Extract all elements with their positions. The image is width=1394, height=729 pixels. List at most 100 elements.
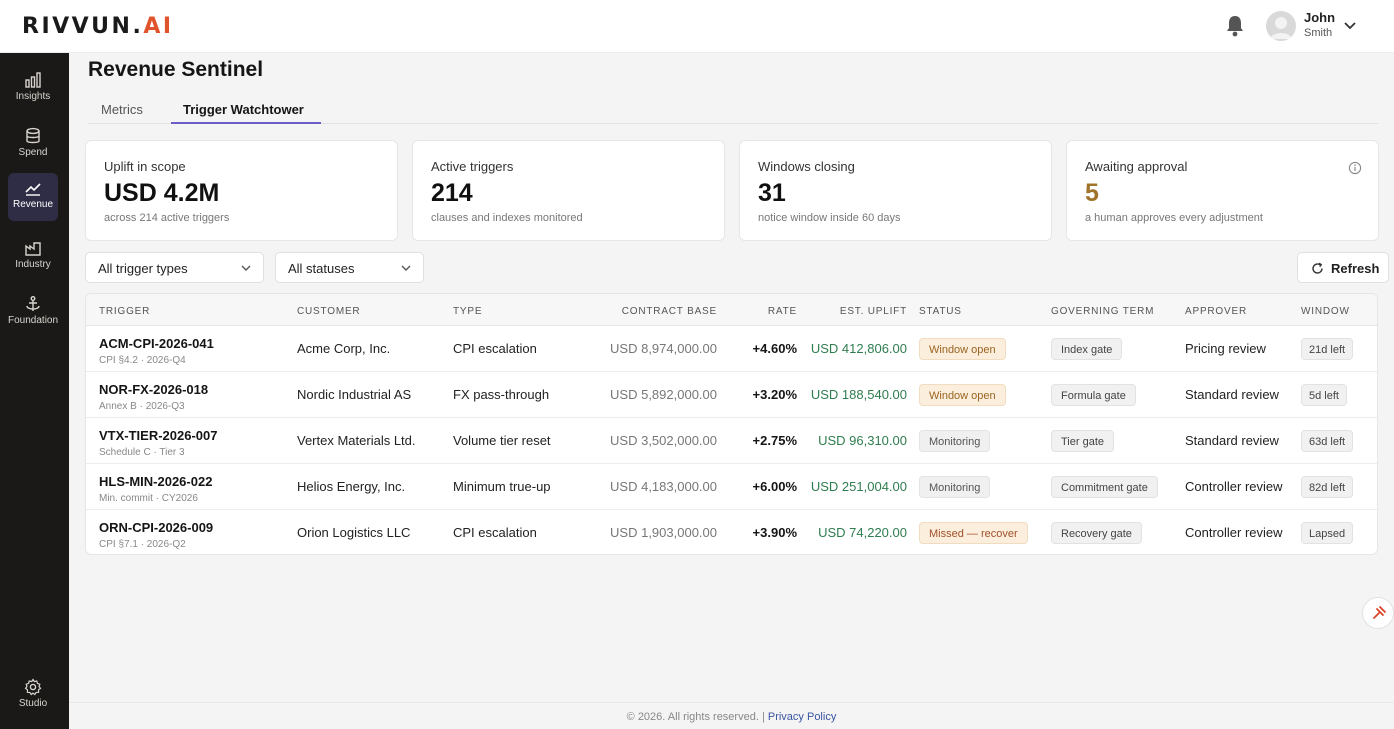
est-uplift: USD 74,220.00 [818, 525, 907, 540]
trigger-type-value: All trigger types [98, 261, 188, 276]
sidebar-item-label: Insights [15, 91, 51, 102]
sidebar-item-studio[interactable]: Studio [8, 672, 58, 720]
approver: Standard review [1185, 387, 1279, 402]
rate: +3.90% [752, 525, 797, 540]
sidebar: Insights Spend Revenue Industry Foundati… [0, 53, 69, 729]
customer-name: Orion Logistics LLC [297, 525, 411, 540]
sidebar-item-spend[interactable]: Spend [8, 121, 58, 169]
chevron-down-icon[interactable] [1343, 20, 1357, 32]
kpi-card-uplift: Uplift in scope USD 4.2M across 214 acti… [85, 140, 398, 241]
approver: Standard review [1185, 433, 1279, 448]
avatar[interactable] [1266, 11, 1296, 41]
footer: © 2026. All rights reserved. | Privacy P… [69, 702, 1394, 729]
database-icon [26, 127, 40, 144]
trigger-type: FX pass-through [453, 387, 550, 402]
col-header-governing-term[interactable]: GOVERNING TERM [1051, 306, 1154, 317]
window-badge: 63d left [1301, 430, 1354, 452]
status-badge: Monitoring [919, 476, 991, 498]
col-header-status[interactable]: STATUS [919, 306, 962, 317]
kpi-subtext: across 214 active triggers [104, 212, 230, 224]
governing-term-badge: Recovery gate [1051, 522, 1142, 544]
refresh-icon [1312, 262, 1323, 274]
trigger-id[interactable]: HLS-MIN-2026-022 [99, 474, 212, 489]
col-header-customer[interactable]: CUSTOMER [297, 306, 360, 317]
info-icon[interactable] [1348, 161, 1362, 175]
col-header-contract-base[interactable]: CONTRACT BASE [586, 306, 717, 317]
contract-base: USD 5,892,000.00 [610, 387, 717, 402]
window-badge: 82d left [1301, 476, 1354, 498]
governing-term-badge: Index gate [1051, 338, 1123, 360]
user-surname[interactable]: Smith [1304, 27, 1332, 39]
sidebar-item-foundation[interactable]: Foundation [8, 289, 58, 337]
status-value: All statuses [288, 261, 355, 276]
est-uplift: USD 251,004.00 [810, 479, 907, 494]
active-tab-indicator [171, 122, 321, 124]
col-header-approver[interactable]: APPROVER [1185, 306, 1247, 317]
kpi-label: Awaiting approval [1085, 159, 1188, 174]
refresh-label: Refresh [1331, 261, 1380, 276]
privacy-policy-link[interactable]: Privacy Policy [768, 711, 836, 723]
window-badge: 5d left [1301, 384, 1347, 406]
approver: Controller review [1185, 525, 1283, 540]
chevron-down-icon [401, 265, 411, 271]
trigger-clause: CPI §7.1 · 2026-Q2 [99, 539, 186, 550]
kpi-card-windows-closing: Windows closing 31 notice window inside … [739, 140, 1052, 241]
table-row[interactable]: VTX-TIER-2026-007 Schedule C · Tier 3 Ve… [86, 418, 1377, 464]
trigger-type: Volume tier reset [453, 433, 551, 448]
trigger-clause: Schedule C · Tier 3 [99, 447, 185, 458]
est-uplift: USD 188,540.00 [810, 387, 907, 402]
bar-chart-icon [25, 72, 41, 88]
sidebar-item-insights[interactable]: Insights [8, 65, 58, 113]
sidebar-item-label: Studio [18, 698, 48, 709]
trigger-clause: CPI §4.2 · 2026-Q4 [99, 355, 186, 366]
gear-icon [24, 678, 42, 696]
kpi-value: 5 [1085, 179, 1099, 207]
table-row[interactable]: ACM-CPI-2026-041 CPI §4.2 · 2026-Q4 Acme… [86, 326, 1377, 372]
trigger-table: TRIGGER CUSTOMER TYPE CONTRACT BASE RATE… [85, 293, 1378, 555]
col-header-trigger[interactable]: TRIGGER [99, 306, 150, 317]
tab-metrics[interactable]: Metrics [101, 102, 143, 124]
assistant-button[interactable] [1362, 597, 1394, 629]
kpi-subtext: a human approves every adjustment [1085, 212, 1263, 224]
status-badge: Window open [919, 384, 1006, 406]
table-row[interactable]: HLS-MIN-2026-022 Min. commit · CY2026 He… [86, 464, 1377, 510]
refresh-button[interactable]: Refresh [1297, 252, 1389, 283]
customer-name: Vertex Materials Ltd. [297, 433, 416, 448]
sidebar-item-label: Industry [15, 259, 51, 270]
page-title: Revenue Sentinel [88, 58, 264, 81]
col-header-type[interactable]: TYPE [453, 306, 482, 317]
col-header-rate[interactable]: RATE [736, 306, 797, 317]
contract-base: USD 1,903,000.00 [610, 525, 717, 540]
user-name[interactable]: John [1304, 10, 1335, 25]
anchor-icon [26, 296, 40, 311]
trigger-id[interactable]: ORN-CPI-2026-009 [99, 520, 213, 535]
status-select[interactable]: All statuses [275, 252, 424, 283]
copyright-text: © 2026. All rights reserved. | [626, 711, 765, 723]
trigger-id[interactable]: VTX-TIER-2026-007 [99, 428, 218, 443]
customer-name: Helios Energy, Inc. [297, 479, 406, 494]
trigger-type: CPI escalation [453, 525, 537, 540]
status-badge: Window open [919, 338, 1006, 360]
kpi-value: USD 4.2M [104, 179, 220, 207]
tab-trigger-watchtower[interactable]: Trigger Watchtower [183, 102, 304, 124]
approver: Pricing review [1185, 341, 1266, 356]
rate: +3.20% [752, 387, 797, 402]
rate: +4.60% [752, 341, 797, 356]
factory-icon [25, 242, 41, 256]
trigger-id[interactable]: ACM-CPI-2026-041 [99, 336, 214, 351]
sidebar-item-revenue[interactable]: Revenue [8, 173, 58, 221]
customer-name: Acme Corp, Inc. [297, 341, 391, 356]
approver: Controller review [1185, 479, 1283, 494]
app-logo[interactable]: RIVVUN.AI [22, 14, 174, 39]
trigger-type-select[interactable]: All trigger types [85, 252, 264, 283]
sidebar-item-label: Foundation [8, 315, 59, 326]
window-badge: 21d left [1301, 338, 1354, 360]
col-header-est-uplift[interactable]: EST. UPLIFT [806, 306, 907, 317]
governing-term-badge: Tier gate [1051, 430, 1115, 452]
table-row[interactable]: NOR-FX-2026-018 Annex B · 2026-Q3 Nordic… [86, 372, 1377, 418]
trigger-id[interactable]: NOR-FX-2026-018 [99, 382, 208, 397]
bell-icon[interactable] [1224, 14, 1246, 38]
table-row[interactable]: ORN-CPI-2026-009 CPI §7.1 · 2026-Q2 Orio… [86, 510, 1377, 554]
col-header-window[interactable]: WINDOW [1301, 306, 1350, 317]
sidebar-item-industry[interactable]: Industry [8, 233, 58, 281]
